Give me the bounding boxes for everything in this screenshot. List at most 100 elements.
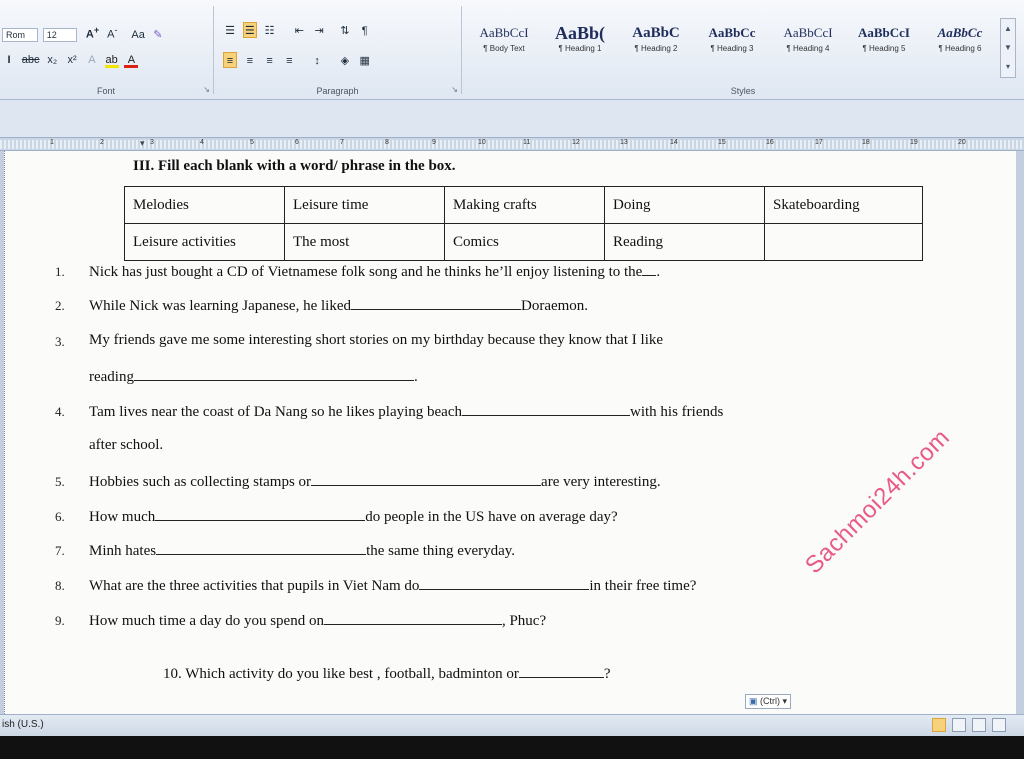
font-size-box[interactable]: 12 bbox=[42, 27, 77, 42]
ribbon-gap bbox=[0, 100, 1024, 137]
style-body-text[interactable]: AaBbCcI ¶ Body Text bbox=[466, 22, 542, 68]
question-1: Nick has just bought a CD of Vietnamese … bbox=[89, 262, 660, 281]
sort-icon[interactable]: ⇅ bbox=[338, 23, 352, 39]
question-number: 8. bbox=[55, 578, 65, 593]
paste-options-label: (Ctrl) ▾ bbox=[760, 696, 788, 706]
answer-blank[interactable] bbox=[351, 296, 521, 310]
style-heading-3[interactable]: AaBbCc ¶ Heading 3 bbox=[694, 22, 770, 68]
align-center-icon[interactable]: ≡ bbox=[243, 53, 257, 69]
style-heading-5[interactable]: AaBbCcI ¶ Heading 5 bbox=[846, 22, 922, 68]
style-heading-6[interactable]: AaBbCc ¶ Heading 6 bbox=[922, 22, 998, 68]
style-sample: AaBbC bbox=[632, 25, 680, 41]
style-sample: AaBbCcI bbox=[783, 25, 833, 40]
word-box-table: Melodies Leisure time Making crafts Doin… bbox=[124, 186, 923, 261]
shading-icon[interactable]: ◈ bbox=[338, 53, 352, 69]
question-9: How much time a day do you spend on , Phu… bbox=[89, 611, 546, 630]
multilevel-list-icon[interactable]: ☷ bbox=[263, 23, 277, 39]
answer-blank[interactable] bbox=[133, 367, 414, 381]
ruler-number: 7 bbox=[340, 139, 344, 146]
full-screen-view-icon[interactable] bbox=[952, 718, 966, 732]
question-number: 3. bbox=[55, 334, 65, 349]
change-case-button[interactable]: Aa bbox=[131, 27, 145, 43]
language-indicator[interactable]: ish (U.S.) bbox=[2, 719, 44, 730]
numbering-icon[interactable]: ☰ bbox=[242, 22, 257, 38]
indent-marker-icon[interactable]: ▾ bbox=[140, 138, 145, 149]
style-heading-1[interactable]: AaBb( ¶ Heading 1 bbox=[542, 22, 618, 68]
ruler-number: 17 bbox=[815, 139, 823, 146]
table-cell bbox=[764, 223, 923, 261]
answer-blank[interactable] bbox=[518, 664, 604, 678]
outline-view-icon[interactable] bbox=[992, 718, 1006, 732]
question-8: What are the three activities that pupil… bbox=[89, 576, 696, 595]
grow-font-button[interactable]: A+ bbox=[86, 22, 100, 41]
font-name-box[interactable]: Rom bbox=[2, 27, 38, 42]
question-text: While Nick was learning Japanese, he lik… bbox=[89, 298, 351, 314]
question-text: Nick has just bought a CD of Vietnamese … bbox=[89, 264, 643, 280]
style-name: ¶ Heading 3 bbox=[710, 44, 754, 53]
question-text: 10. Which activity do you like best , fo… bbox=[163, 666, 519, 682]
table-cell: Skateboarding bbox=[764, 186, 923, 224]
question-text: , Phuc? bbox=[501, 613, 547, 629]
paragraph-dialog-launcher-icon[interactable]: ↘ bbox=[451, 85, 458, 94]
answer-blank[interactable] bbox=[419, 576, 590, 590]
ruler-number: 19 bbox=[910, 139, 918, 146]
web-layout-view-icon[interactable] bbox=[972, 718, 986, 732]
question-text: How much time a day do you spend on bbox=[89, 613, 324, 629]
question-text: How much bbox=[89, 509, 156, 525]
ruler-number: 9 bbox=[432, 139, 436, 146]
answer-blank[interactable] bbox=[323, 611, 502, 625]
paragraph-group: ☰ ☰ ☷ ⇤ ⇥ ⇅ ¶ ≡ ≡ ≡ ≡ ↕ ◈ ▦ Paragraph ↘ bbox=[215, 0, 460, 100]
font-color-icon[interactable]: A bbox=[124, 52, 139, 68]
answer-blank[interactable] bbox=[642, 262, 657, 276]
text-effects-icon[interactable]: A bbox=[85, 52, 99, 68]
subscript-button[interactable]: x₂ bbox=[45, 52, 59, 68]
decrease-indent-icon[interactable]: ⇤ bbox=[292, 23, 306, 39]
ruler-number: 8 bbox=[385, 139, 389, 146]
styles-scroll-buttons[interactable]: ▲ ▼ ▾ bbox=[1000, 18, 1016, 78]
style-heading-4[interactable]: AaBbCcI ¶ Heading 4 bbox=[770, 22, 846, 68]
exercise-heading: III. Fill each blank with a word/ phrase… bbox=[133, 158, 456, 174]
question-4-line-2: after school. bbox=[89, 437, 164, 453]
style-name: ¶ Heading 4 bbox=[786, 44, 830, 53]
align-right-icon[interactable]: ≡ bbox=[263, 53, 277, 69]
increase-indent-icon[interactable]: ⇥ bbox=[312, 23, 326, 39]
question-number: 1. bbox=[55, 264, 65, 279]
style-name: ¶ Heading 6 bbox=[938, 44, 982, 53]
strikethrough-button[interactable]: abc bbox=[22, 52, 40, 68]
ruler-number: 20 bbox=[958, 139, 966, 146]
question-text: Minh hates bbox=[89, 543, 157, 559]
line-spacing-icon[interactable]: ↕ bbox=[310, 53, 324, 69]
question-text: in their free time? bbox=[589, 578, 697, 594]
print-layout-view-icon[interactable] bbox=[932, 718, 946, 732]
shrink-font-button[interactable]: A- bbox=[105, 22, 119, 41]
ruler-number: 10 bbox=[478, 139, 486, 146]
answer-blank[interactable] bbox=[462, 402, 630, 416]
superscript-button[interactable]: x² bbox=[65, 52, 79, 68]
style-name: ¶ Body Text bbox=[483, 44, 525, 53]
answer-blank[interactable] bbox=[155, 507, 366, 521]
table-row: Leisure activities The most Comics Readi… bbox=[124, 223, 923, 261]
justify-icon[interactable]: ≡ bbox=[282, 53, 296, 69]
bullets-icon[interactable]: ☰ bbox=[223, 23, 237, 39]
table-cell: Making crafts bbox=[444, 186, 605, 224]
clear-format-icon[interactable]: ✎ bbox=[151, 27, 165, 43]
font-dialog-launcher-icon[interactable]: ↘ bbox=[203, 85, 210, 94]
style-sample: AaBb( bbox=[554, 23, 605, 43]
ruler-number: 18 bbox=[862, 139, 870, 146]
style-name: ¶ Heading 2 bbox=[634, 44, 678, 53]
borders-icon[interactable]: ▦ bbox=[358, 53, 372, 69]
highlight-icon[interactable]: ab bbox=[104, 52, 119, 68]
answer-blank[interactable] bbox=[311, 472, 542, 486]
question-2: While Nick was learning Japanese, he lik… bbox=[89, 296, 588, 315]
bold-button[interactable]: I bbox=[2, 52, 16, 68]
show-marks-icon[interactable]: ¶ bbox=[358, 23, 372, 39]
horizontal-ruler[interactable]: ▾ 1 2 3 4 5 6 7 8 9 10 11 12 13 14 15 16… bbox=[0, 137, 1024, 151]
question-text: Tam lives near the coast of Da Nang so h… bbox=[89, 404, 462, 420]
answer-blank[interactable] bbox=[156, 541, 367, 555]
question-number: 2. bbox=[55, 298, 65, 313]
align-left-icon[interactable]: ≡ bbox=[223, 52, 237, 68]
ruler-number: 14 bbox=[670, 139, 678, 146]
question-number: 9. bbox=[55, 613, 65, 628]
paste-options-button[interactable]: ▣ (Ctrl) ▾ bbox=[745, 694, 792, 709]
style-heading-2[interactable]: AaBbC ¶ Heading 2 bbox=[618, 22, 694, 68]
